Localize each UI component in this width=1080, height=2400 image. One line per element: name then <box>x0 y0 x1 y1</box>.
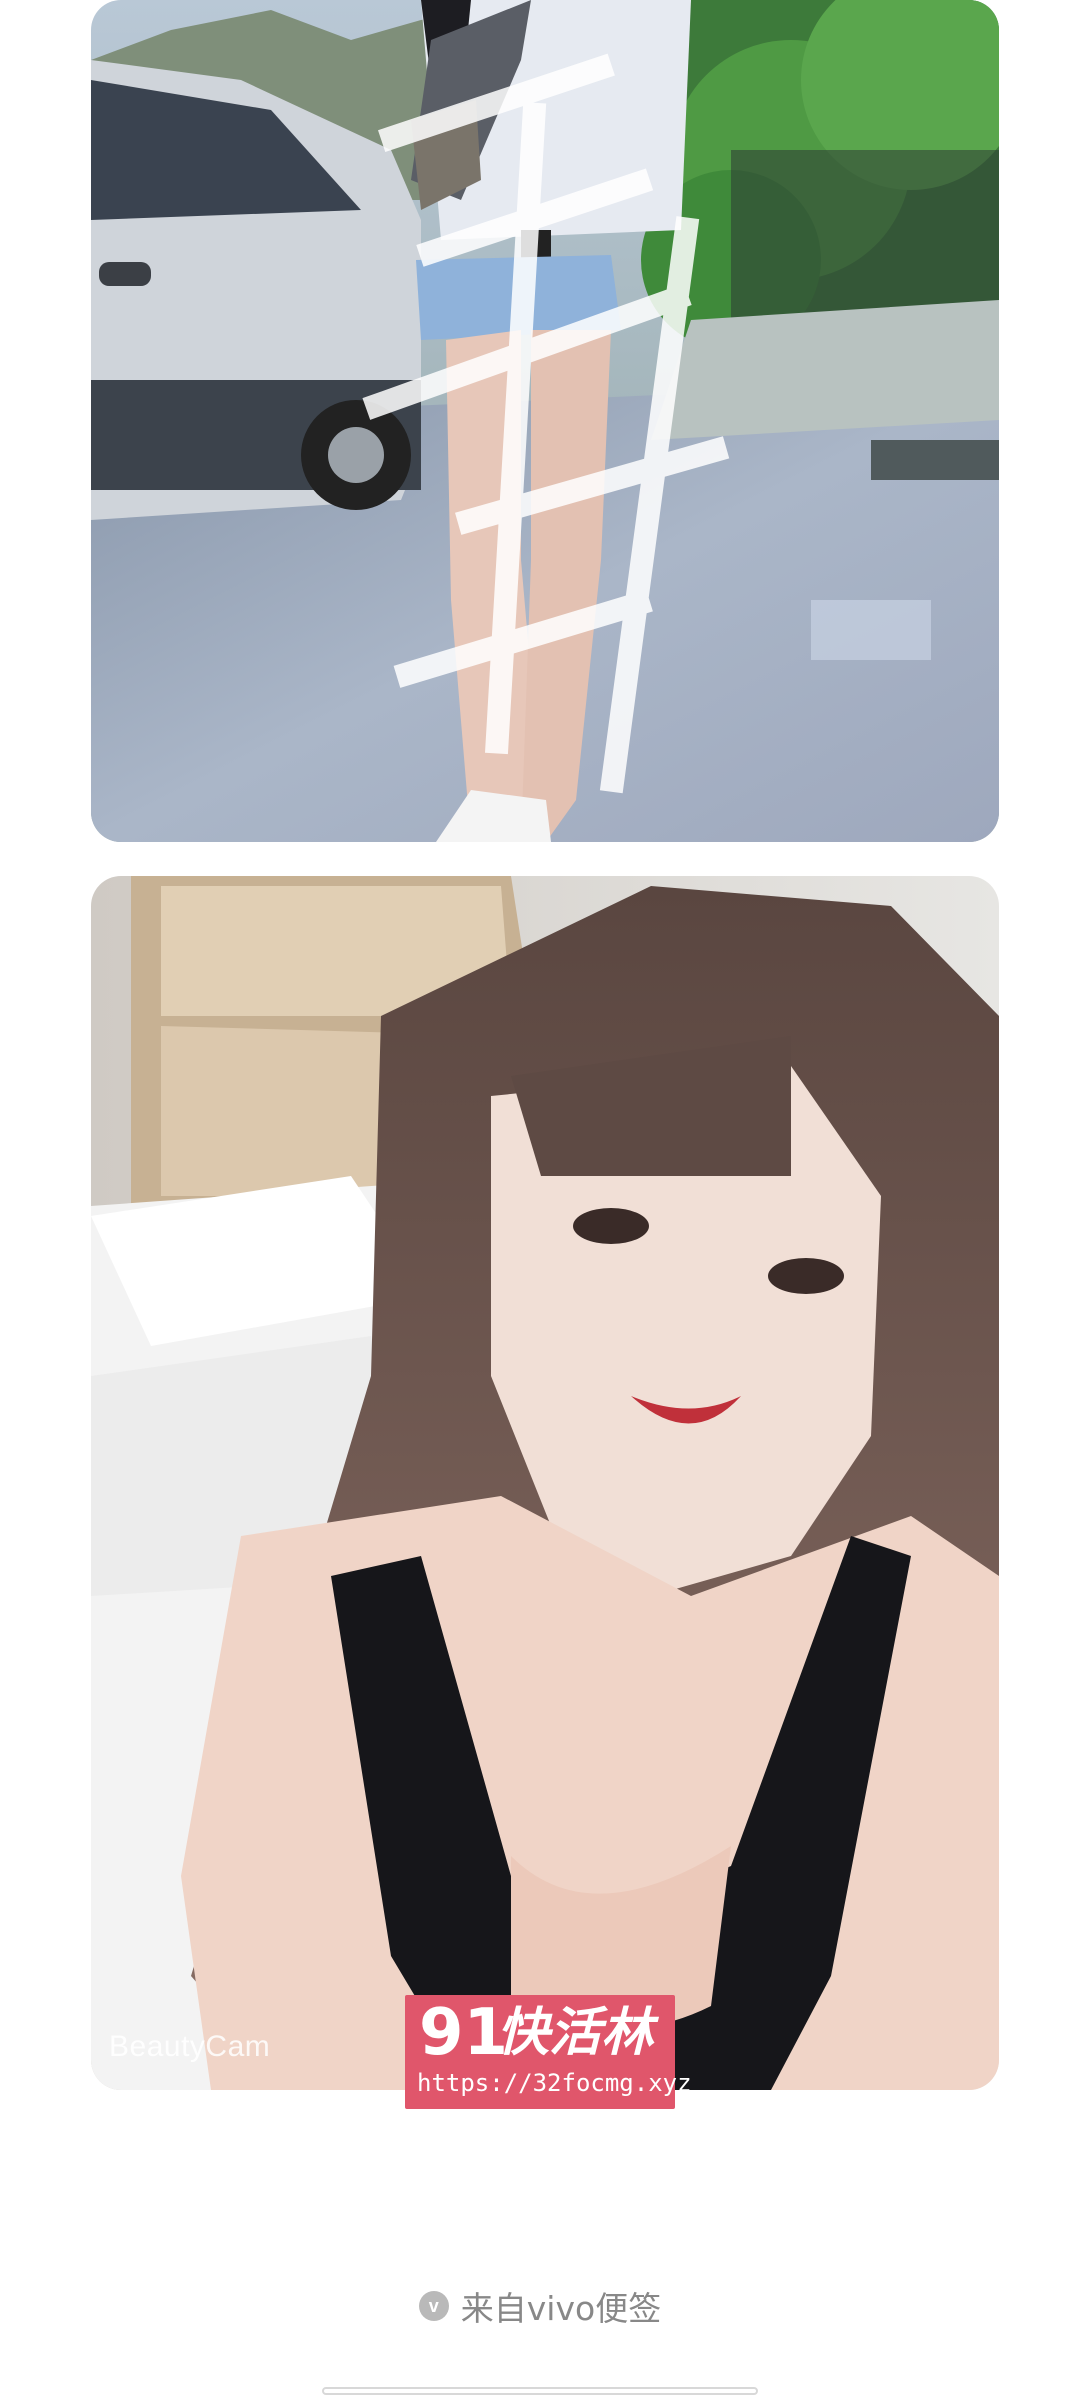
vivo-logo-icon: v <box>418 2291 449 2321</box>
site-ad-banner[interactable]: 91 快活林 https://32focmg.xyz <box>405 1995 692 2109</box>
banner-brand-number: 91 <box>419 1996 509 2070</box>
note-source-footer: v 来自vivo便签 <box>0 2282 1080 2330</box>
note-page: BeautyCam 91 快活林 https://32focmg.xyz v 来… <box>0 0 1080 2400</box>
home-indicator[interactable] <box>322 2387 758 2395</box>
source-text: 来自vivo便签 <box>460 2289 662 2328</box>
banner-brand-name: 快活林 <box>497 2002 654 2063</box>
photo-selfie[interactable]: BeautyCam <box>91 876 999 2090</box>
photo-street[interactable] <box>91 0 999 842</box>
selfie-photo-image <box>91 876 999 2090</box>
signature-mark <box>362 53 730 794</box>
banner-url[interactable]: https://32focmg.xyz <box>417 2069 692 2097</box>
beautycam-watermark: BeautyCam <box>109 2030 271 2063</box>
